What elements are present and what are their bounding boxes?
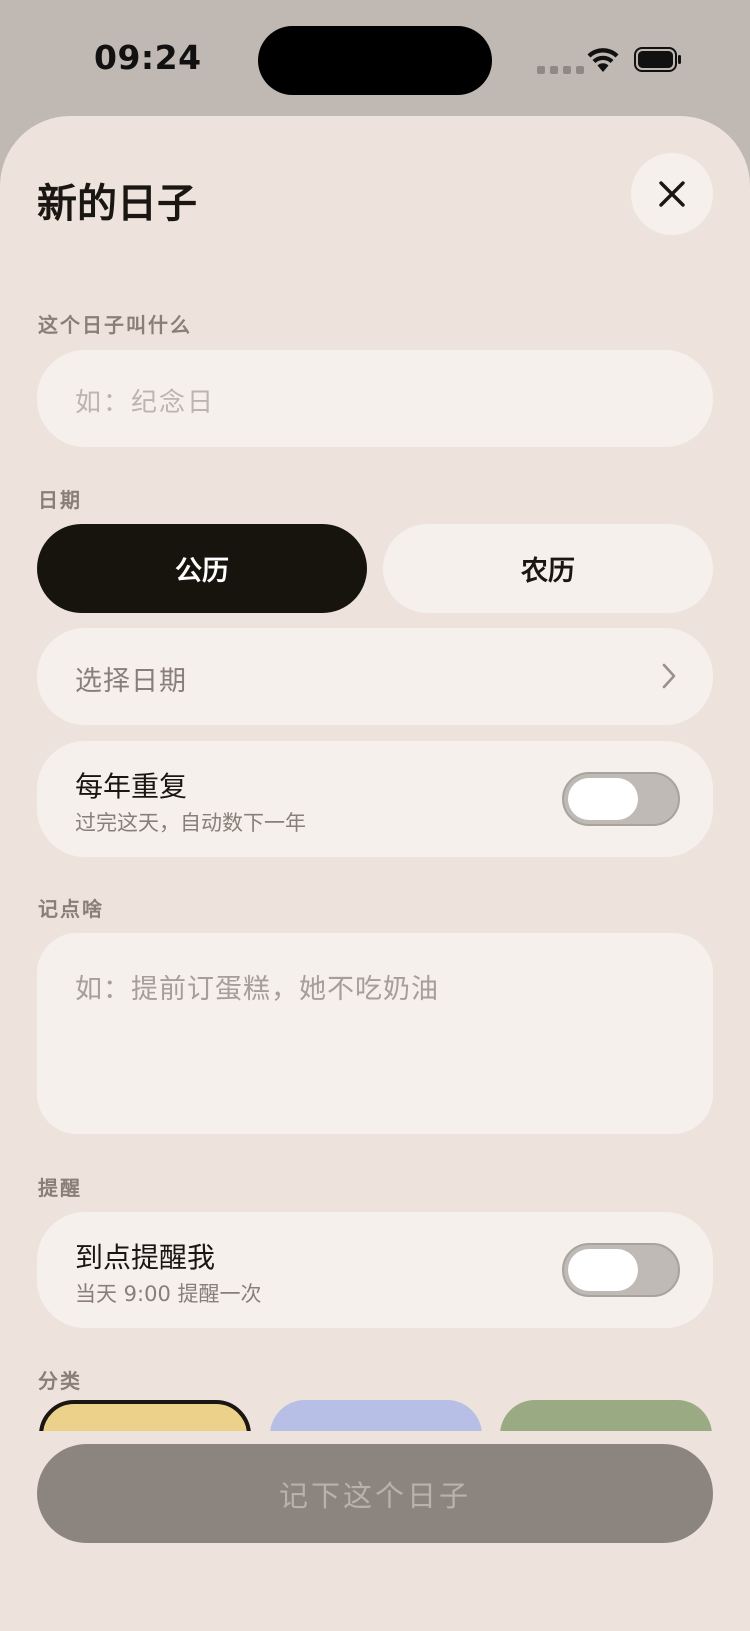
category-label: 分类 bbox=[38, 1369, 82, 1393]
category-green[interactable] bbox=[500, 1400, 712, 1431]
repeat-subtitle: 过完这天，自动数下一年 bbox=[75, 811, 306, 835]
cellular-signal-icon bbox=[537, 66, 584, 74]
date-picker[interactable]: 选择日期 bbox=[37, 628, 713, 725]
reminder-toggle[interactable] bbox=[562, 1243, 680, 1297]
category-list bbox=[0, 1400, 750, 1431]
lunar-calendar-button[interactable]: 农历 bbox=[383, 524, 713, 613]
name-input[interactable]: 如：纪念日 bbox=[37, 350, 713, 447]
dynamic-island bbox=[258, 26, 492, 95]
note-label: 记点啥 bbox=[38, 897, 104, 921]
name-label: 这个日子叫什么 bbox=[38, 313, 192, 337]
close-icon bbox=[659, 181, 685, 207]
reminder-row: 到点提醒我 当天 9:00 提醒一次 bbox=[37, 1212, 713, 1328]
reminder-label: 提醒 bbox=[38, 1176, 82, 1200]
repeat-yearly-row: 每年重复 过完这天，自动数下一年 bbox=[37, 741, 713, 857]
screen: 09:24 新的日子 这个日子叫什么 如：纪念日 日期 公历 农历 选择日期 每… bbox=[0, 0, 750, 1631]
status-time: 09:24 bbox=[94, 38, 202, 77]
solar-calendar-button[interactable]: 公历 bbox=[37, 524, 367, 613]
note-placeholder: 如：提前订蛋糕，她不吃奶油 bbox=[75, 974, 439, 1005]
close-button[interactable] bbox=[631, 153, 713, 235]
save-day-button[interactable]: 记下这个日子 bbox=[37, 1444, 713, 1543]
chevron-right-icon bbox=[662, 663, 676, 689]
category-blue[interactable] bbox=[270, 1400, 482, 1431]
toggle-knob bbox=[568, 778, 638, 820]
reminder-subtitle: 当天 9:00 提醒一次 bbox=[75, 1282, 262, 1306]
toggle-knob bbox=[568, 1249, 638, 1291]
new-day-sheet: 新的日子 这个日子叫什么 如：纪念日 日期 公历 农历 选择日期 每年重复 过完… bbox=[0, 116, 750, 1631]
date-picker-label: 选择日期 bbox=[75, 666, 187, 697]
sheet-title: 新的日子 bbox=[37, 181, 197, 227]
battery-icon bbox=[634, 47, 681, 72]
category-yellow[interactable] bbox=[39, 1400, 251, 1431]
wifi-icon bbox=[587, 48, 619, 72]
date-label: 日期 bbox=[38, 488, 82, 512]
note-textarea[interactable]: 如：提前订蛋糕，她不吃奶油 bbox=[37, 933, 713, 1134]
repeat-toggle[interactable] bbox=[562, 772, 680, 826]
reminder-title: 到点提醒我 bbox=[75, 1241, 216, 1274]
repeat-title: 每年重复 bbox=[75, 770, 188, 803]
name-input-placeholder: 如：纪念日 bbox=[75, 388, 216, 418]
